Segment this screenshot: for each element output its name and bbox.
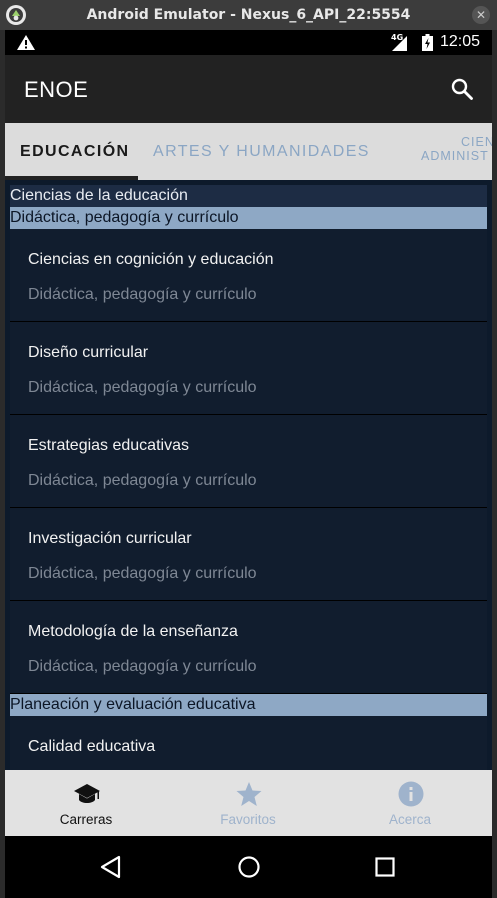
warning-icon [17, 35, 35, 50]
category-tabs: EDUCACIÓN ARTES Y HUMANIDADES CIEN ADMIN… [5, 123, 492, 180]
device-screen: 4G 12:05 ENOE EDUCACIÓN ARTES Y HUMANIDA… [5, 30, 492, 898]
item-subtitle: Didáctica, pedagogía y currículo [28, 658, 257, 675]
item-title: Ciencias en cognición y educación [28, 251, 274, 268]
emulator-title-bar: Android Emulator - Nexus_6_API_22:5554 ✕ [0, 0, 497, 30]
area-header: Ciencias de la educación [10, 185, 487, 207]
signal-icon [392, 36, 407, 51]
battery-charging-icon [422, 34, 433, 51]
star-icon [236, 782, 262, 806]
careers-list[interactable]: Ciencias de la educación Didáctica, peda… [5, 180, 492, 770]
list-item[interactable]: Ciencias en cognición y educación Didáct… [10, 229, 487, 322]
group-header: Planeación y evaluación educativa [10, 694, 487, 716]
emulator-window: Android Emulator - Nexus_6_API_22:5554 ✕… [0, 0, 497, 898]
item-title: Metodología de la enseñanza [28, 623, 238, 640]
nav-acerca[interactable]: Acerca [329, 770, 491, 836]
nav-label: Acerca [388, 812, 432, 827]
tab-ciencias-administrativas[interactable]: CIEN ADMINIST [421, 135, 492, 163]
item-subtitle: Didáctica, pedagogía y currículo [28, 379, 257, 396]
clock: 12:05 [440, 33, 481, 50]
list-item[interactable]: Metodología de la enseñanza Didáctica, p… [10, 601, 487, 694]
item-title: Diseño curricular [28, 344, 149, 361]
item-title: Estrategias educativas [28, 437, 189, 454]
list-item[interactable]: Investigación curricular Didáctica, peda… [10, 508, 487, 601]
nav-label: Favoritos [220, 812, 276, 827]
item-subtitle: Didáctica, pedagogía y currículo [28, 286, 257, 303]
emulator-logo-icon [6, 5, 26, 25]
group-header: Didáctica, pedagogía y currículo [10, 207, 487, 229]
tab-label: EDUCACIÓN [20, 142, 130, 160]
tab-label-line1: CIEN [461, 135, 492, 149]
tab-label-line2: ADMINIST [421, 149, 489, 163]
home-icon[interactable] [235, 853, 263, 881]
search-icon [451, 78, 473, 100]
info-icon [398, 781, 424, 807]
list-item[interactable]: Estrategias educativas Didáctica, pedago… [10, 415, 487, 508]
app-title: ENOE [24, 77, 89, 102]
emulator-title: Android Emulator - Nexus_6_API_22:5554 [86, 7, 411, 23]
item-subtitle: Didáctica, pedagogía y currículo [28, 565, 257, 582]
recents-icon[interactable] [371, 853, 399, 881]
tab-label: ARTES Y HUMANIDADES [153, 142, 370, 160]
tab-educacion[interactable]: EDUCACIÓN [20, 123, 130, 180]
system-navigation-bar [5, 836, 492, 898]
item-title: Calidad educativa [28, 738, 156, 755]
bottom-navigation: Carreras Favoritos Acerca [5, 770, 492, 836]
close-icon[interactable]: ✕ [472, 6, 490, 24]
graduation-cap-icon [74, 784, 100, 803]
item-title: Investigación curricular [28, 530, 192, 547]
back-icon[interactable] [98, 853, 126, 881]
nav-favoritos[interactable]: Favoritos [167, 770, 329, 836]
list-item[interactable]: Calidad educativa [10, 716, 487, 770]
status-bar: 4G 12:05 [5, 30, 492, 55]
app-bar: ENOE [5, 55, 492, 123]
list-item[interactable]: Diseño curricular Didáctica, pedagogía y… [10, 322, 487, 415]
nav-carreras[interactable]: Carreras [5, 770, 167, 836]
nav-label: Carreras [59, 812, 113, 827]
tab-artes-y-humanidades[interactable]: ARTES Y HUMANIDADES [153, 123, 370, 180]
item-subtitle: Didáctica, pedagogía y currículo [28, 472, 257, 489]
search-button[interactable] [446, 73, 478, 105]
